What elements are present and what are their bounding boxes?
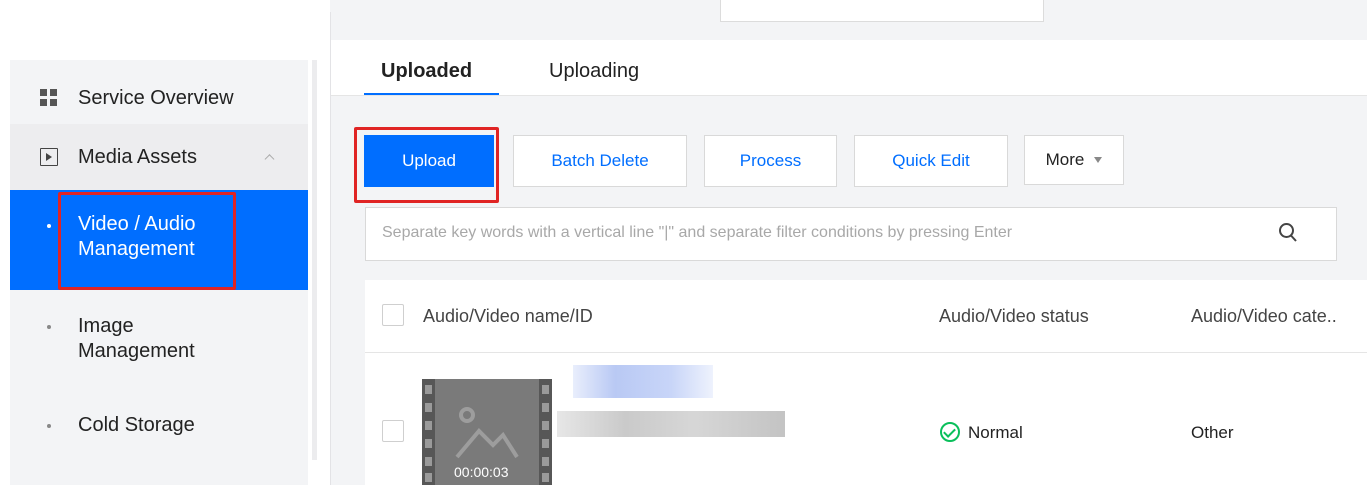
check-circle-icon	[940, 422, 960, 442]
more-dropdown[interactable]: More	[1024, 135, 1124, 185]
chevron-up-icon	[264, 154, 275, 165]
column-header-category[interactable]: Audio/Video cate..	[1191, 306, 1337, 327]
label-line-1: Image	[78, 315, 134, 337]
table-header: Audio/Video name/ID Audio/Video status A…	[365, 280, 1367, 353]
sidebar-item-label: Image Management	[78, 314, 195, 364]
highlight-box	[354, 127, 499, 203]
caret-down-icon	[1094, 157, 1103, 163]
sidebar-item-cold-storage[interactable]: Cold Storage	[10, 413, 308, 443]
sidebar-item-label: Media Assets	[78, 145, 197, 168]
image-placeholder-icon	[455, 407, 519, 459]
highlight-box	[58, 192, 236, 290]
sidebar-item-media-assets[interactable]: Media Assets	[10, 124, 308, 190]
label-line-2: Management	[78, 340, 195, 362]
blurred-video-id	[557, 411, 785, 437]
row-checkbox[interactable]	[382, 420, 404, 442]
media-play-icon	[40, 148, 58, 166]
bullet-dot	[47, 424, 51, 428]
column-header-status[interactable]: Audio/Video status	[939, 306, 1089, 327]
column-header-name[interactable]: Audio/Video name/ID	[423, 306, 593, 327]
sidebar-item-service-overview[interactable]: Service Overview	[10, 70, 308, 126]
video-duration: 00:00:03	[454, 464, 509, 480]
tabs-bar: Uploaded Uploading	[331, 40, 1367, 96]
search-placeholder: Separate key words with a vertical line …	[382, 224, 1013, 241]
film-strip	[539, 379, 552, 485]
top-partial-input[interactable]	[720, 0, 1044, 22]
more-label: More	[1045, 150, 1085, 169]
tab-uploaded[interactable]: Uploaded	[381, 60, 472, 83]
sidebar-item-image-management[interactable]: Image Management	[10, 314, 308, 374]
select-all-checkbox[interactable]	[382, 304, 404, 326]
film-strip	[422, 379, 435, 485]
sidebar-scrollbar[interactable]	[312, 60, 317, 460]
tab-uploading[interactable]: Uploading	[549, 60, 639, 83]
category-text: Other	[1191, 423, 1234, 442]
dashboard-grid-icon	[40, 89, 58, 107]
sidebar-item-label: Service Overview	[78, 86, 234, 109]
search-icon[interactable]	[1278, 222, 1298, 244]
search-input[interactable]: Separate key words with a vertical line …	[365, 207, 1337, 261]
sidebar-item-label: Cold Storage	[78, 414, 195, 436]
batch-delete-button[interactable]: Batch Delete	[513, 135, 687, 187]
video-thumbnail[interactable]: 00:00:03	[422, 379, 552, 485]
quick-edit-button[interactable]: Quick Edit	[854, 135, 1008, 187]
status-text: Normal	[968, 423, 1023, 442]
process-button[interactable]: Process	[704, 135, 837, 187]
active-tab-indicator	[364, 93, 499, 95]
media-table: Audio/Video name/ID Audio/Video status A…	[365, 280, 1367, 485]
blurred-video-name[interactable]	[573, 365, 713, 398]
bullet-dot	[47, 224, 51, 228]
bullet-dot	[47, 325, 51, 329]
